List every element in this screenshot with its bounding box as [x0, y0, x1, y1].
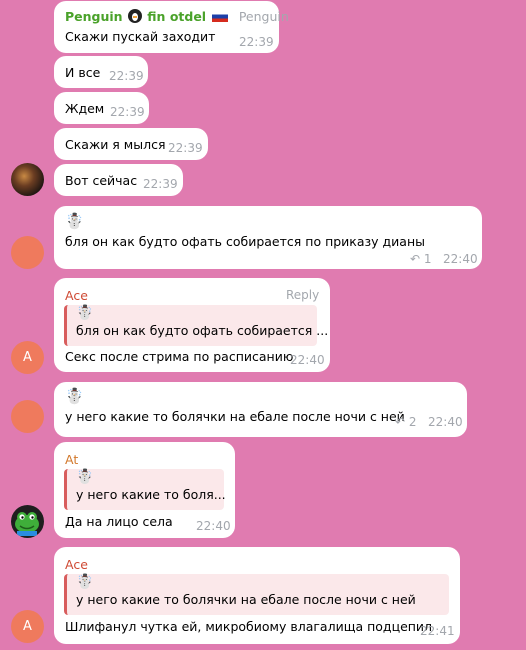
- message-text: Шлифанул чутка ей, микробиому влагалища …: [65, 619, 433, 634]
- sender-name[interactable]: Penguin fin otdel Penguin: [65, 9, 289, 24]
- message-text: Скажи пускай заходит: [65, 29, 216, 44]
- message-text: Скажи я мылся: [65, 137, 166, 152]
- snowman-emoji-icon: ☃️: [65, 212, 84, 230]
- reply-button[interactable]: Reply: [286, 288, 319, 302]
- avatar[interactable]: A: [11, 610, 44, 643]
- message-text: Вот сейчас: [65, 173, 138, 188]
- avatar[interactable]: [11, 163, 44, 196]
- snowman-emoji-icon: ☃️: [76, 574, 94, 590]
- sender-name[interactable]: Ace: [65, 557, 88, 572]
- avatar[interactable]: [11, 505, 44, 538]
- message-text: Секс после стрима по расписанию: [65, 349, 294, 364]
- sender-title: Penguin: [238, 9, 289, 24]
- snowman-emoji-icon: ☃️: [76, 305, 94, 321]
- message-text: бля он как будто офать собирается по при…: [65, 234, 425, 249]
- message-time: 22:40: [443, 252, 478, 266]
- message-time: 22:40: [196, 519, 231, 533]
- message-time: 22:41: [420, 624, 455, 638]
- sender-name[interactable]: Ace: [65, 288, 88, 303]
- message-text: Ждем: [65, 101, 105, 116]
- penguin-emoji-icon: [127, 9, 142, 23]
- sender-name[interactable]: At: [65, 452, 78, 467]
- message-time: 22:39: [109, 69, 144, 83]
- avatar[interactable]: A: [11, 341, 44, 374]
- message-text: И все: [65, 65, 101, 80]
- message-bubble[interactable]: ☃️ бля он как будто офать собирается по …: [54, 206, 482, 269]
- quote-text: у него какие то боля...: [76, 487, 226, 502]
- quote-text: у него какие то болячки на ебале после н…: [76, 592, 416, 607]
- reply-arrow-icon: ↶: [395, 415, 406, 429]
- russia-flag-icon: [212, 11, 229, 22]
- message-time: 22:39: [168, 141, 203, 155]
- reply-count[interactable]: ↶ 2: [395, 415, 417, 429]
- message-time: 22:40: [290, 353, 325, 367]
- reply-arrow-icon: ↶: [410, 252, 421, 266]
- message-time: 22:39: [239, 35, 274, 49]
- message-bubble[interactable]: At ☃️ у него какие то боля... Да на лицо…: [54, 442, 235, 538]
- message-bubble[interactable]: ☃️ у него какие то болячки на ебале посл…: [54, 382, 467, 437]
- reply-quote[interactable]: ☃️ у него какие то боля...: [64, 469, 226, 510]
- message-bubble[interactable]: Ace ☃️ у него какие то болячки на ебале …: [54, 547, 460, 644]
- avatar[interactable]: [11, 236, 44, 269]
- quote-text: бля он как будто офать собирается ...: [76, 323, 329, 338]
- avatar[interactable]: [11, 400, 44, 433]
- message-bubble[interactable]: Ждем 22:39: [54, 92, 149, 124]
- reply-count[interactable]: ↶ 1: [410, 252, 432, 266]
- message-bubble[interactable]: Penguin fin otdel Penguin Скажи пускай з…: [54, 1, 289, 53]
- message-time: 22:40: [428, 415, 463, 429]
- message-bubble[interactable]: Скажи я мылся 22:39: [54, 128, 208, 160]
- snowman-emoji-icon: ☃️: [76, 469, 94, 485]
- message-bubble[interactable]: Ace Reply ☃️ бля он как будто офать соби…: [54, 278, 330, 372]
- message-bubble[interactable]: И все 22:39: [54, 56, 148, 88]
- message-bubble[interactable]: Вот сейчас 22:39: [54, 164, 183, 196]
- message-time: 22:39: [143, 177, 178, 191]
- message-text: у него какие то болячки на ебале после н…: [65, 409, 405, 424]
- message-text: Да на лицо села: [65, 514, 173, 529]
- reply-quote[interactable]: ☃️ бля он как будто офать собирается ...: [64, 305, 328, 346]
- snowman-emoji-icon: ☃️: [65, 387, 84, 405]
- message-time: 22:39: [110, 105, 145, 119]
- reply-quote[interactable]: ☃️ у него какие то болячки на ебале посл…: [64, 574, 449, 615]
- frog-avatar-icon: [15, 512, 39, 536]
